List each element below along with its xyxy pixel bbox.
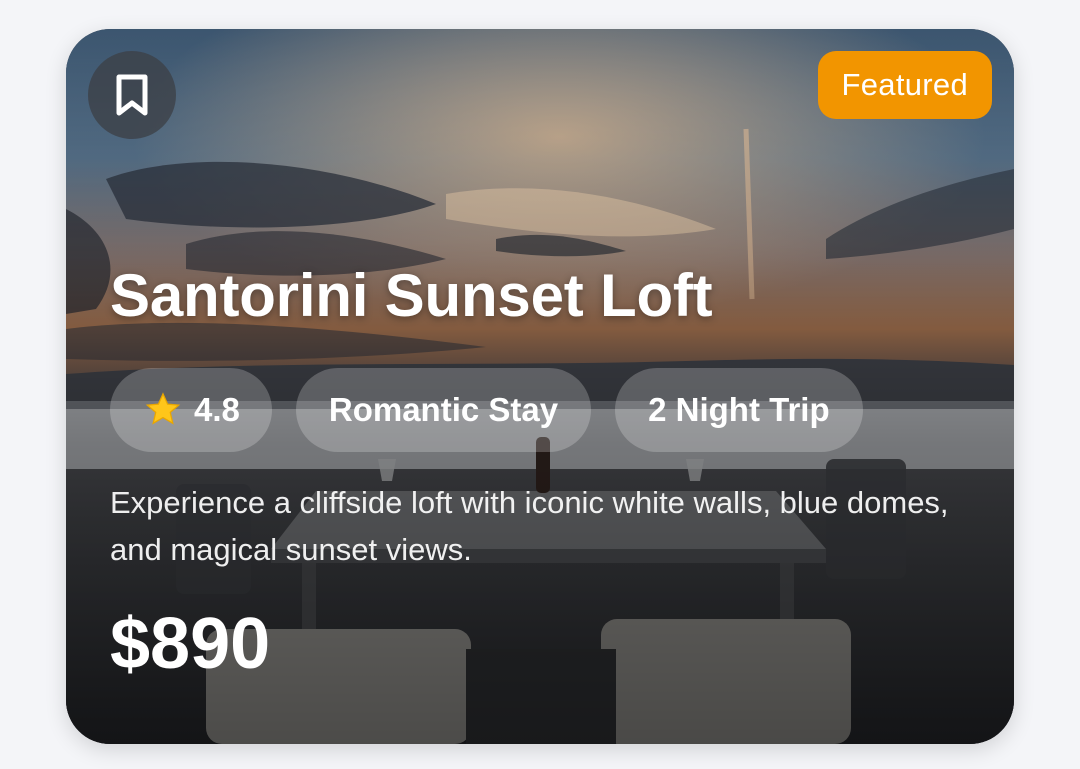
bookmark-button[interactable] <box>88 51 176 139</box>
tag-chip-romantic-stay: Romantic Stay <box>295 368 592 452</box>
tag-label: 2 Night Trip <box>648 391 830 428</box>
listing-title: Santorini Sunset Loft <box>110 262 713 329</box>
listing-price: $890 <box>110 604 271 684</box>
listing-card[interactable]: Featured Santorini Sunset Loft 4.8 Roman… <box>66 29 1014 744</box>
bookmark-icon <box>116 74 148 116</box>
rating-chip: 4.8 <box>110 368 272 452</box>
featured-badge: Featured <box>817 51 992 119</box>
rating-value: 4.8 <box>194 391 240 428</box>
star-icon <box>145 392 181 425</box>
tag-chip-trip-length: 2 Night Trip <box>615 368 863 452</box>
tag-row: 4.8 Romantic Stay 2 Night Trip <box>110 368 863 452</box>
tag-label: Romantic Stay <box>328 391 559 428</box>
listing-description: Experience a cliffside loft with iconic … <box>110 485 949 567</box>
